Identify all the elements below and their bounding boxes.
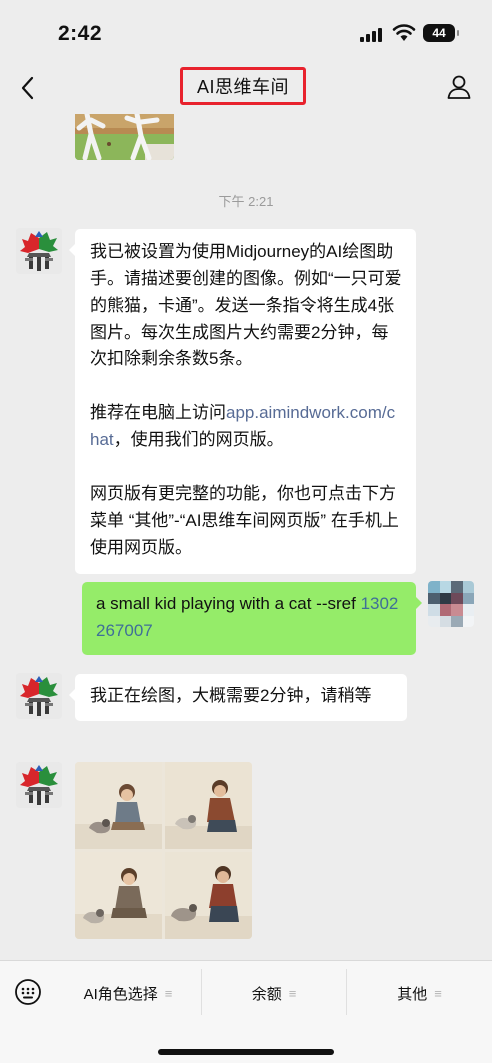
bot-avatar[interactable] [16, 673, 62, 719]
generated-image[interactable] [165, 852, 252, 939]
menu-lines-icon: ≡ [288, 985, 297, 1001]
generated-image[interactable] [75, 762, 162, 849]
bot-avatar[interactable] [16, 762, 62, 808]
bot-message-text: 我已被设置为使用Midjourney的AI绘图助手。请描述要创建的图像。例如“一… [90, 242, 402, 369]
bot-avatar[interactable] [16, 228, 62, 274]
bot-message-text-fragment: 推荐在电脑上访问 [90, 403, 226, 423]
menu-item-label: AI角色选择 [83, 985, 158, 1003]
menu-item-label: 其他 [397, 985, 428, 1003]
chat-area[interactable]: 下午 2:21 我已被设置为使用Midjourney的AI绘图助手。请描述要创建… [0, 114, 492, 960]
generated-image-grid[interactable] [75, 762, 252, 939]
bot-message-bubble[interactable]: 我已被设置为使用Midjourney的AI绘图助手。请描述要创建的图像。例如“一… [69, 229, 416, 574]
back-arrow-icon[interactable] [14, 72, 44, 104]
bottom-menu: AI角色选择 ≡ 余额 ≡ 其他 ≡ [0, 960, 492, 1063]
page-title: AI思维车间 [196, 77, 289, 97]
screen: 2:42 44 AI思维车间 下午 2:21 我已被设置为使用Midjourne… [0, 0, 492, 1063]
bot-message-text: 推荐在电脑上访问app.aimindwork.com/chat，使用我们的网页版… [90, 400, 402, 454]
keyboard-toggle-icon[interactable] [14, 978, 42, 1006]
home-indicator[interactable] [158, 1049, 334, 1055]
menu-item-balance[interactable]: 余额 ≡ [202, 971, 346, 1015]
battery-icon: 44 [423, 24, 459, 42]
generated-image[interactable] [165, 762, 252, 849]
nav-bar: AI思维车间 [0, 62, 492, 114]
bot-message-text: 我正在绘图，大概需要2分钟，请稍等 [90, 686, 372, 705]
bot-message-bubble[interactable]: 我正在绘图，大概需要2分钟，请稍等 [69, 674, 407, 721]
status-time: 2:42 [58, 22, 103, 45]
menu-lines-icon: ≡ [434, 985, 442, 1001]
cellular-signal-icon [360, 28, 384, 42]
menu-item-other[interactable]: 其他 ≡ [347, 971, 492, 1015]
menu-lines-icon: ≡ [164, 985, 173, 1001]
bot-message-text-fragment: ，使用我们的网页版。 [113, 430, 284, 450]
generated-image[interactable] [75, 852, 162, 939]
wifi-icon [392, 24, 416, 41]
user-message-text: a small kid playing with a cat --sref [96, 594, 356, 613]
user-avatar[interactable] [428, 581, 474, 627]
title-highlight-box: AI思维车间 [180, 67, 306, 105]
previous-image-message[interactable] [75, 114, 174, 160]
menu-item-label: 余额 [251, 985, 282, 1003]
menu-item-role-select[interactable]: AI角色选择 ≡ [56, 971, 200, 1015]
message-timestamp: 下午 2:21 [218, 194, 274, 209]
status-bar: 2:42 44 [0, 0, 492, 62]
user-message-bubble[interactable]: a small kid playing with a cat --sref 13… [82, 582, 422, 655]
profile-icon[interactable] [444, 72, 474, 102]
bot-message-text: 网页版有更完整的功能，你也可点击下方菜单 “其他”-“AI思维车间网页版” 在手… [90, 484, 399, 557]
